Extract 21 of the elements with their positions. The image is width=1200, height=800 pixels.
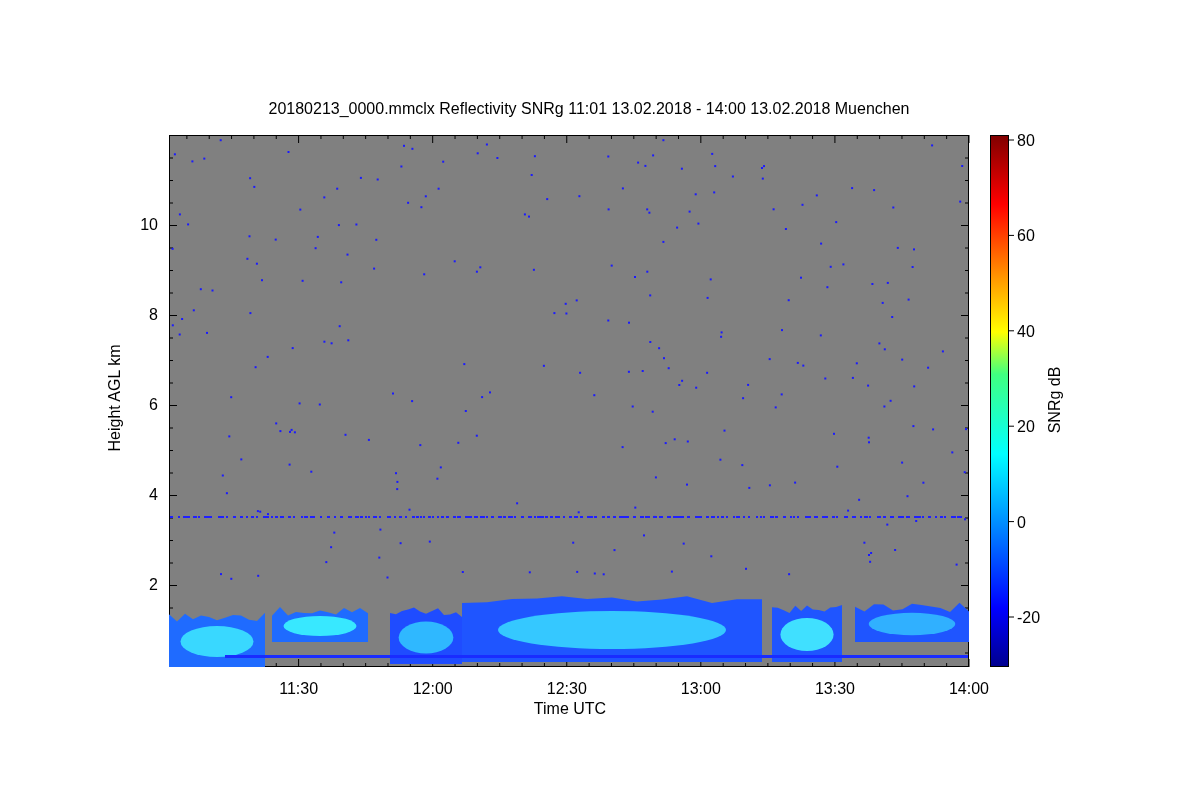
tick-label: 80 xyxy=(1017,132,1035,149)
tick-label: 40 xyxy=(1017,322,1035,340)
tick-label: 10 xyxy=(140,216,158,233)
tick-label: 2 xyxy=(149,576,158,593)
tick-label: 11:30 xyxy=(279,680,319,697)
tick-label: 13:30 xyxy=(814,680,855,697)
axis-title: Time UTC xyxy=(533,700,607,717)
tick-label: 8 xyxy=(149,306,158,323)
tick-label: 12:30 xyxy=(546,680,587,697)
colorbar-label: SNRg dB xyxy=(1046,366,1063,434)
axis-title: Height AGL km xyxy=(106,344,123,452)
tick-label: 20 xyxy=(1017,418,1035,436)
tick-label: 0 xyxy=(1017,513,1026,531)
tick-label: 14:00 xyxy=(949,680,989,697)
chart-title: 20180213_0000.mmclx Reflectivity SNRg 11:01 13.02.2018 - 14:00 13.02.2018 Muenchen xyxy=(268,100,910,117)
tick-label: -20 xyxy=(1017,609,1041,626)
tick-label: 13:00 xyxy=(680,680,721,697)
tick-label: 60 xyxy=(1017,227,1035,245)
tick-label: 12:00 xyxy=(412,680,453,697)
tick-label: 6 xyxy=(149,396,158,413)
tick-label: 4 xyxy=(149,486,158,503)
